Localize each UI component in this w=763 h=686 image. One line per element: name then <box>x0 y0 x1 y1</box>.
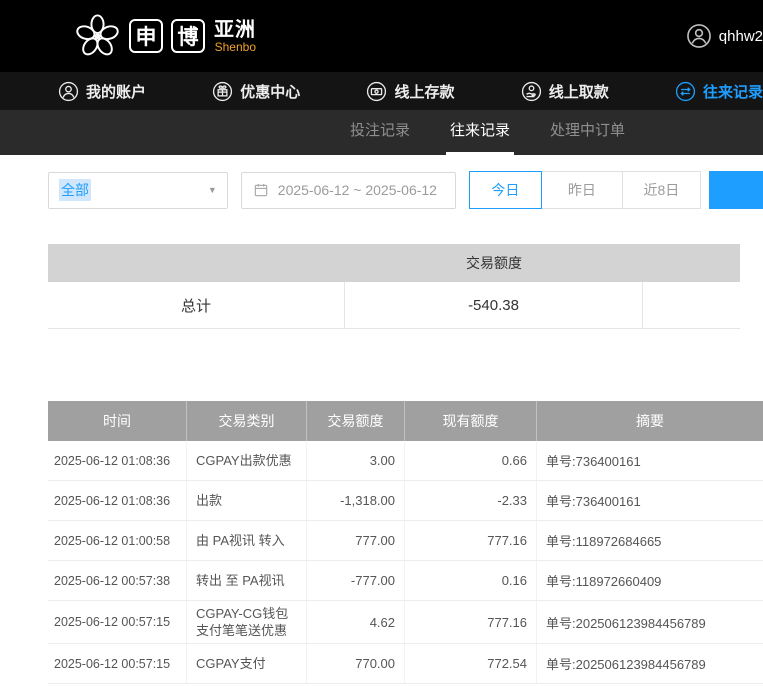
cell-amount: 777.00 <box>307 521 405 560</box>
user-avatar-icon <box>686 23 712 49</box>
cell-balance: 777.16 <box>405 521 537 560</box>
cell-type: 出款 <box>187 481 307 520</box>
cell-summary: 单号:202506123984456789 <box>537 601 763 643</box>
table-row: 2025-06-12 01:08:36 CGPAY出款优惠 3.00 0.66 … <box>48 441 763 481</box>
today-button[interactable]: 今日 <box>469 171 542 209</box>
yesterday-button[interactable]: 昨日 <box>541 171 623 209</box>
page: 申 博 亚洲 Shenbo qhhw2 <box>0 0 763 686</box>
nav-label: 往来记录 <box>703 81 763 102</box>
nav-my-account[interactable]: 我的账户 <box>58 81 146 102</box>
cell-type: CGPAY支付 <box>187 644 307 683</box>
cell-summary: 单号:736400161 <box>537 481 763 520</box>
cell-amount: -1,318.00 <box>307 481 405 520</box>
table-row: 2025-06-12 00:57:15 CGPAY-CG钱包支付笔笔送优惠 4.… <box>48 601 763 644</box>
col-type: 交易类别 <box>187 401 307 441</box>
summary-empty-cell <box>643 282 740 328</box>
brand-region: 亚洲 <box>214 19 256 41</box>
col-summary: 摘要 <box>537 401 763 441</box>
col-balance: 现有额度 <box>405 401 537 441</box>
filter-bar: 全部 ▼ 2025-06-12 ~ 2025-06-12 今日 昨日 近8日 <box>48 171 763 209</box>
username: qhhw2 <box>719 28 763 45</box>
col-amount: 交易额度 <box>307 401 405 441</box>
search-button[interactable] <box>709 171 763 209</box>
table-row: 2025-06-12 00:57:15 CGPAY支付 770.00 772.5… <box>48 644 763 684</box>
table-row: 2025-06-12 00:57:38 转出 至 PA视讯 -777.00 0.… <box>48 561 763 601</box>
cell-balance: 772.54 <box>405 644 537 683</box>
cell-time: 2025-06-12 01:08:36 <box>48 481 187 520</box>
cell-summary: 单号:202506123984456789 <box>537 644 763 683</box>
cell-time: 2025-06-12 00:57:15 <box>48 644 187 683</box>
records-table: 时间 交易类别 交易额度 现有额度 摘要 2025-06-12 01:08:36… <box>48 401 763 684</box>
summary-header-row: 交易额度 <box>48 244 740 282</box>
cell-time: 2025-06-12 01:08:36 <box>48 441 187 480</box>
nav-label: 线上取款 <box>549 81 609 102</box>
calendar-icon <box>253 182 269 198</box>
summary-total-label: 总计 <box>48 282 345 328</box>
summary-header-label: 交易额度 <box>345 253 643 273</box>
cell-balance: -2.33 <box>405 481 537 520</box>
brand-char-shen: 申 <box>129 19 163 53</box>
cell-amount: 3.00 <box>307 441 405 480</box>
topbar: 申 博 亚洲 Shenbo qhhw2 <box>0 0 763 72</box>
table-row: 2025-06-12 01:00:58 由 PA视讯 转入 777.00 777… <box>48 521 763 561</box>
brand-char-bo: 博 <box>171 19 205 53</box>
summary-total-value: -540.38 <box>345 282 643 328</box>
cell-type: CGPAY出款优惠 <box>187 441 307 480</box>
tab-transaction-records[interactable]: 往来记录 <box>446 110 514 155</box>
summary-total-row: 总计 -540.38 <box>48 282 740 329</box>
promo-icon <box>212 81 233 102</box>
sub-nav: 投注记录 往来记录 处理中订单 <box>0 110 763 155</box>
deposit-icon <box>366 81 387 102</box>
cell-summary: 单号:118972660409 <box>537 561 763 600</box>
records-icon <box>675 81 696 102</box>
date-range-value: 2025-06-12 ~ 2025-06-12 <box>278 182 437 198</box>
cell-summary: 单号:118972684665 <box>537 521 763 560</box>
cell-type: 转出 至 PA视讯 <box>187 561 307 600</box>
nav-label: 我的账户 <box>86 81 146 102</box>
cell-summary: 单号:736400161 <box>537 441 763 480</box>
tab-processing-orders[interactable]: 处理中订单 <box>546 110 629 155</box>
cell-amount: 770.00 <box>307 644 405 683</box>
cell-time: 2025-06-12 00:57:15 <box>48 601 187 643</box>
nav-withdraw[interactable]: 线上取款 <box>521 81 609 102</box>
cell-balance: 777.16 <box>405 601 537 643</box>
cell-amount: 4.62 <box>307 601 405 643</box>
chevron-down-icon: ▼ <box>208 185 217 195</box>
nav-label: 线上存款 <box>394 81 454 102</box>
nav-label: 优惠中心 <box>240 81 300 102</box>
tab-betting-records[interactable]: 投注记录 <box>346 110 414 155</box>
user-area[interactable]: qhhw2 <box>686 0 763 72</box>
brand-logo[interactable]: 申 博 亚洲 Shenbo <box>74 13 256 60</box>
flower-logo-icon <box>74 13 121 60</box>
cell-time: 2025-06-12 00:57:38 <box>48 561 187 600</box>
summary-table: 交易额度 总计 -540.38 <box>48 244 740 329</box>
date-range-picker[interactable]: 2025-06-12 ~ 2025-06-12 <box>241 172 456 209</box>
nav-promotions[interactable]: 优惠中心 <box>212 81 300 102</box>
cell-balance: 0.66 <box>405 441 537 480</box>
cell-type: 由 PA视讯 转入 <box>187 521 307 560</box>
main-nav: 我的账户 优惠中心 线上存款 <box>0 72 763 110</box>
nav-transaction-records[interactable]: 往来记录 <box>675 81 763 102</box>
withdraw-icon <box>521 81 542 102</box>
records-header-row: 时间 交易类别 交易额度 现有额度 摘要 <box>48 401 763 441</box>
account-icon <box>58 81 79 102</box>
cell-balance: 0.16 <box>405 561 537 600</box>
quick-range-buttons: 今日 昨日 近8日 <box>469 171 701 209</box>
col-time: 时间 <box>48 401 187 441</box>
cell-time: 2025-06-12 01:00:58 <box>48 521 187 560</box>
table-row: 2025-06-12 01:08:36 出款 -1,318.00 -2.33 单… <box>48 481 763 521</box>
cell-amount: -777.00 <box>307 561 405 600</box>
last-8-days-button[interactable]: 近8日 <box>622 171 701 209</box>
brand-subtitle: Shenbo <box>215 41 256 54</box>
type-dropdown[interactable]: 全部 ▼ <box>48 172 228 209</box>
type-dropdown-value: 全部 <box>59 179 91 201</box>
nav-deposit[interactable]: 线上存款 <box>366 81 454 102</box>
cell-type: CGPAY-CG钱包支付笔笔送优惠 <box>187 601 307 643</box>
